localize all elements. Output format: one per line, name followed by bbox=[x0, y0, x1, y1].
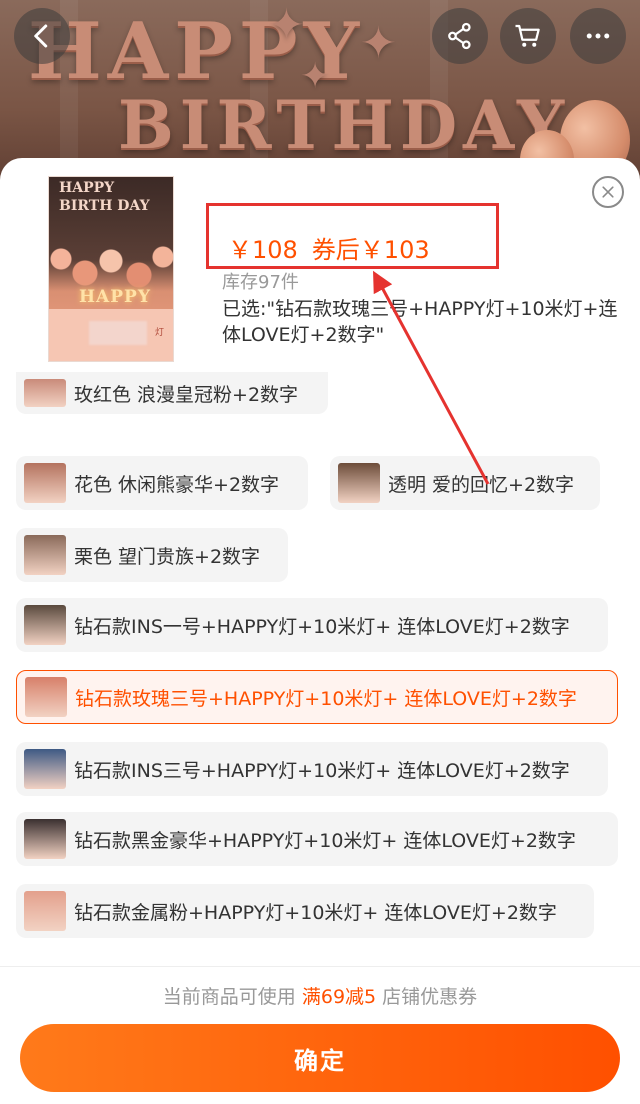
option-thumbnail bbox=[24, 749, 66, 789]
product-thumbnail[interactable]: HAPPY BIRTH DAY HAPPY 灯 bbox=[48, 176, 174, 362]
sku-option[interactable]: 玫红色 浪漫皇冠粉+2数字 bbox=[16, 372, 328, 414]
coupon-highlight: 满69减5 bbox=[301, 986, 377, 1008]
more-button[interactable] bbox=[570, 8, 626, 64]
sku-option-selected[interactable]: 钻石款玫瑰三号+HAPPY灯+10米灯+ 连体LOVE灯+2数字 bbox=[16, 670, 618, 724]
blurred-region bbox=[89, 321, 147, 345]
coupon-suffix: 店铺优惠券 bbox=[382, 986, 478, 1008]
option-label: 钻石款玫瑰三号+HAPPY灯+10米灯+ 连体LOVE灯+2数字 bbox=[75, 687, 577, 710]
option-label: 钻石款黑金豪华+HAPPY灯+10米灯+ 连体LOVE灯+2数字 bbox=[74, 829, 576, 852]
coupon-price: 券后￥103 bbox=[311, 236, 430, 264]
coupon-prefix: 当前商品可使用 bbox=[162, 986, 296, 1008]
confirm-button[interactable]: 确定 bbox=[20, 1024, 620, 1092]
option-label: 透明 爱的回忆+2数字 bbox=[388, 473, 575, 496]
option-label: 花色 休闲熊豪华+2数字 bbox=[74, 473, 280, 496]
sku-option[interactable]: 钻石款黑金豪华+HAPPY灯+10米灯+ 连体LOVE灯+2数字 bbox=[16, 812, 618, 866]
option-label: 玫红色 浪漫皇冠粉+2数字 bbox=[74, 383, 299, 406]
stock-count: 库存97件 bbox=[222, 272, 299, 293]
close-button[interactable] bbox=[592, 176, 624, 208]
option-label: 栗色 望门贵族+2数字 bbox=[74, 545, 261, 568]
option-thumbnail bbox=[24, 535, 66, 575]
banner-text-line2: BIRTHDAY bbox=[118, 86, 571, 164]
thumbnail-title: HAPPY BIRTH DAY bbox=[59, 180, 150, 214]
price: ￥108 bbox=[228, 236, 298, 264]
option-label: 钻石款INS三号+HAPPY灯+10米灯+ 连体LOVE灯+2数字 bbox=[74, 759, 570, 782]
cart-button[interactable] bbox=[500, 8, 556, 64]
option-thumbnail bbox=[24, 605, 66, 645]
price-line: ￥108 券后￥103 bbox=[228, 230, 430, 265]
chevron-left-icon bbox=[34, 24, 48, 48]
coupon-hint[interactable]: 当前商品可使用 满69减5 店铺优惠券 bbox=[0, 982, 640, 1009]
sku-selector-sheet: HAPPY BIRTH DAY HAPPY 灯 ￥108 券后￥103 库存97件… bbox=[0, 158, 640, 1104]
option-label: 钻石款金属粉+HAPPY灯+10米灯+ 连体LOVE灯+2数字 bbox=[74, 901, 557, 924]
option-thumbnail bbox=[24, 463, 66, 503]
selected-variant: 已选:"钻石款玫瑰三号+HAPPY灯+10米灯+连体LOVE灯+2数字" bbox=[222, 298, 618, 346]
more-dots-icon bbox=[586, 33, 610, 39]
option-thumbnail bbox=[24, 379, 66, 407]
sku-option[interactable]: 钻石款INS三号+HAPPY灯+10米灯+ 连体LOVE灯+2数字 bbox=[16, 742, 608, 796]
share-icon bbox=[448, 22, 471, 50]
sku-option[interactable]: 透明 爱的回忆+2数字 bbox=[330, 456, 600, 510]
sku-option[interactable]: 花色 休闲熊豪华+2数字 bbox=[16, 456, 308, 510]
sku-option[interactable]: 栗色 望门贵族+2数字 bbox=[16, 528, 288, 582]
share-button[interactable] bbox=[432, 8, 488, 64]
thumbnail-tag: 灯 bbox=[155, 328, 165, 338]
option-label: 钻石款INS一号+HAPPY灯+10米灯+ 连体LOVE灯+2数字 bbox=[74, 615, 570, 638]
option-thumbnail bbox=[24, 891, 66, 931]
star-balloon-icon: ✦ bbox=[268, 0, 305, 51]
sku-option[interactable]: 钻石款金属粉+HAPPY灯+10米灯+ 连体LOVE灯+2数字 bbox=[16, 884, 594, 938]
close-icon bbox=[602, 186, 614, 198]
star-balloon-icon: ✦ bbox=[300, 56, 331, 97]
sku-option[interactable]: 钻石款INS一号+HAPPY灯+10米灯+ 连体LOVE灯+2数字 bbox=[16, 598, 608, 652]
balloon-decoration bbox=[49, 239, 173, 289]
divider bbox=[0, 966, 640, 967]
thumbnail-happy-text: HAPPY bbox=[79, 287, 151, 307]
cart-icon bbox=[515, 24, 540, 47]
back-button[interactable] bbox=[14, 8, 70, 64]
option-thumbnail bbox=[338, 463, 380, 503]
option-thumbnail bbox=[25, 677, 67, 717]
star-balloon-icon: ✦ bbox=[360, 18, 397, 69]
option-thumbnail bbox=[24, 819, 66, 859]
